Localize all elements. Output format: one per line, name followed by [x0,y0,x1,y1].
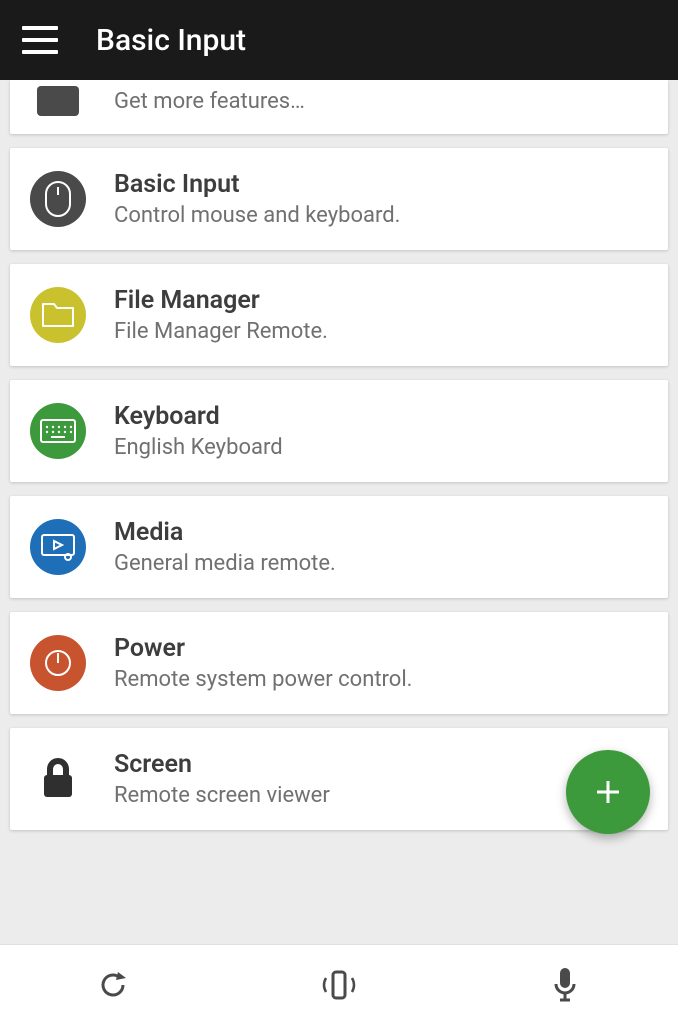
list-item-title: Keyboard [114,402,283,431]
folder-icon [30,287,86,343]
plus-icon [591,775,625,809]
list-item-subtitle: Remote system power control. [114,667,412,692]
media-icon [30,519,86,575]
phone-vibrate-icon [314,968,364,1002]
list-item-basic-input[interactable]: Basic Input Control mouse and keyboard. [10,148,668,250]
list-item-title: Basic Input [114,170,400,199]
list-item-keyboard[interactable]: Keyboard English Keyboard [10,380,668,482]
mic-button[interactable] [505,955,625,1015]
mouse-icon [30,171,86,227]
list-item-title: Power [114,634,412,663]
list-item-subtitle: General media remote. [114,551,336,576]
list-item-title: File Manager [114,286,328,315]
list-item-media[interactable]: Media General media remote. [10,496,668,598]
list-item-title: Screen [114,750,330,779]
list-item-file-manager[interactable]: File Manager File Manager Remote. [10,264,668,366]
lock-icon [30,757,86,801]
keyboard-icon [30,403,86,459]
app-bar: Basic Input [0,0,678,80]
feature-list: Get more features… Basic Input Control m… [0,80,678,844]
refresh-button[interactable] [53,955,173,1015]
list-item-subtitle: File Manager Remote. [114,319,328,344]
feature-icon [37,86,79,116]
power-icon [30,635,86,691]
list-item-get-more[interactable]: Get more features… [10,80,668,134]
add-button[interactable] [566,750,650,834]
bottom-bar [0,944,678,1024]
list-item-subtitle: Get more features… [114,89,305,114]
list-item-power[interactable]: Power Remote system power control. [10,612,668,714]
vibrate-button[interactable] [279,955,399,1015]
menu-icon[interactable] [22,26,58,54]
list-item-subtitle: Remote screen viewer [114,783,330,808]
list-item-subtitle: English Keyboard [114,435,283,460]
mic-icon [552,966,578,1004]
page-title: Basic Input [96,23,246,58]
refresh-icon [96,968,130,1002]
list-item-title: Media [114,518,336,547]
list-item-subtitle: Control mouse and keyboard. [114,203,400,228]
